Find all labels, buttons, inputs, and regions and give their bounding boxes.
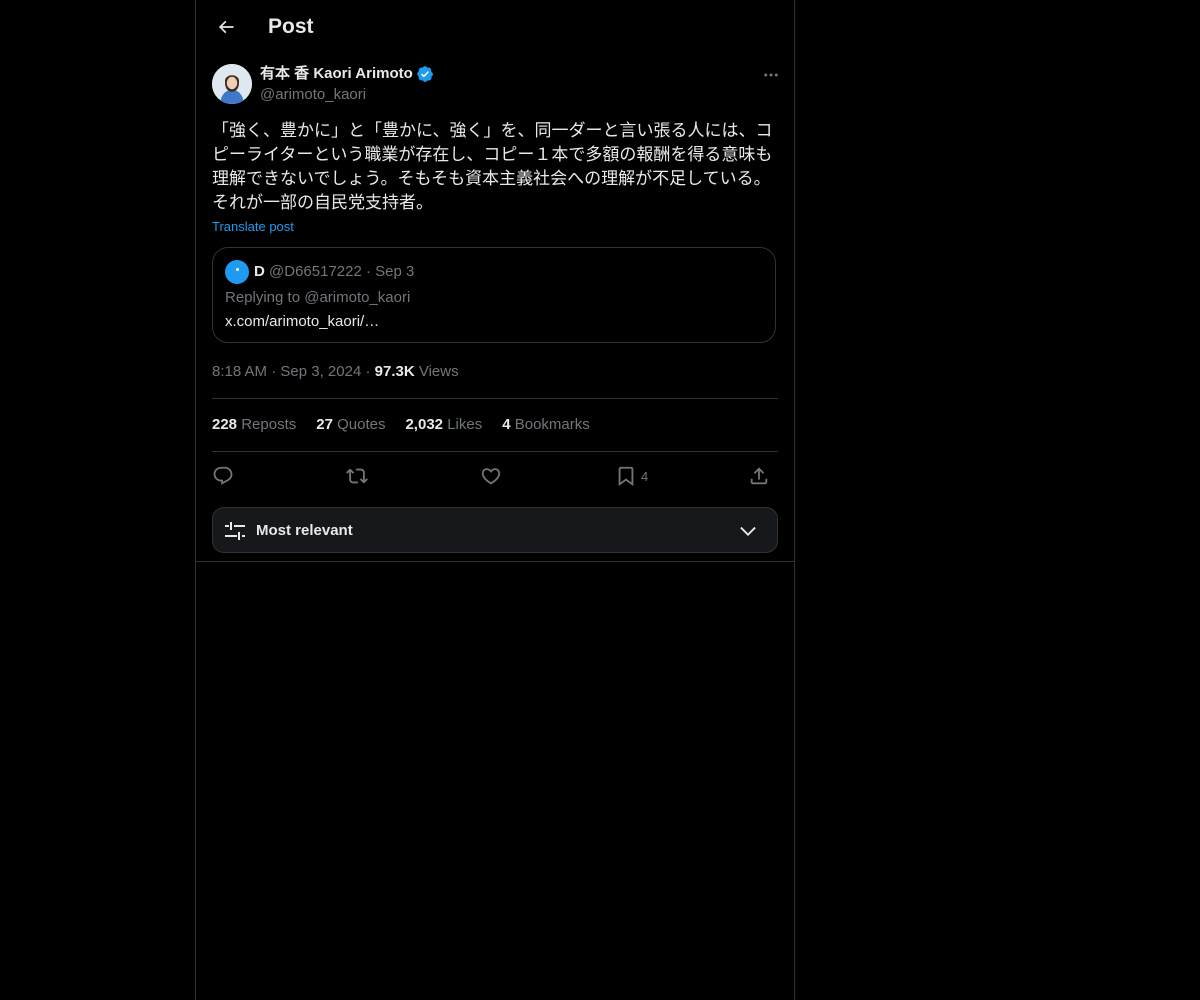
more-dots-icon (764, 73, 778, 77)
likes-stat[interactable]: 2,032 Likes (405, 415, 482, 435)
reposts-label: Reposts (241, 416, 297, 433)
like-button[interactable] (480, 458, 502, 494)
author-photo (212, 64, 252, 104)
action-bar: 4 (212, 458, 778, 494)
post-time[interactable]: 8:18 AM (212, 363, 267, 380)
chevron-down-icon (740, 526, 756, 536)
quoted-separator: · (366, 263, 371, 280)
bookmarks-count: 4 (502, 416, 511, 433)
translate-post-link[interactable]: Translate post (212, 218, 294, 236)
quoted-date: Sep 3 (375, 263, 415, 280)
bookmark-count: 4 (641, 468, 649, 484)
repost-icon (346, 468, 368, 484)
section-divider (196, 561, 794, 562)
post-date[interactable]: Sep 3, 2024 (280, 363, 361, 380)
author-name[interactable]: 有本 香 Kaori Arimoto (260, 64, 434, 84)
arrow-left-icon (218, 20, 234, 34)
quoted-name: D (254, 263, 265, 280)
avatar[interactable] (212, 64, 252, 104)
quotes-label: Quotes (337, 416, 386, 433)
bookmark-icon (618, 466, 634, 487)
views-label: Views (418, 363, 459, 380)
quoted-replying-to: Replying to @arimoto_kaori (225, 289, 411, 306)
replies-sort-dropdown[interactable]: Most relevant (212, 507, 778, 553)
post-meta: 8:18 AM · Sep 3, 2024 · 97.3K Views (212, 362, 459, 382)
bookmark-button[interactable]: 4 (615, 458, 648, 494)
sliders-icon (225, 522, 245, 540)
quotes-count: 27 (316, 416, 333, 433)
author-handle[interactable]: @arimoto_kaori (260, 85, 366, 105)
reposts-stat[interactable]: 228 Reposts (212, 415, 296, 435)
bookmarks-label: Bookmarks (514, 416, 590, 433)
post-text: 「強く、豊かに」と「豊かに、強く」を、同一ダーと言い張る人には、コピーライターと… (212, 121, 773, 212)
divider (212, 451, 778, 452)
reposts-count: 228 (212, 416, 238, 433)
quoted-avatar (225, 260, 249, 284)
verified-badge-icon (417, 66, 433, 82)
back-button[interactable] (208, 9, 244, 45)
views-count: 97.3K (374, 363, 415, 380)
primary-column: Post 有本 香 Kaori Arimoto @arimoto_kaori 「… (195, 0, 795, 1000)
top-bar: Post (196, 0, 794, 54)
reply-button[interactable] (212, 458, 234, 494)
quotes-stat[interactable]: 27 Quotes (316, 415, 385, 435)
likes-label: Likes (447, 416, 483, 433)
quoted-link[interactable]: x.com/arimoto_kaori/… (225, 312, 379, 332)
share-button[interactable] (748, 458, 770, 494)
bookmarks-stat[interactable]: 4 Bookmarks (502, 415, 590, 435)
repost-button[interactable] (346, 458, 368, 494)
meta-separator: · (271, 363, 277, 380)
likes-count: 2,032 (405, 416, 444, 433)
quoted-post[interactable]: D @D66517222 · Sep 3 Replying to @arimot… (212, 247, 776, 343)
divider (212, 398, 778, 399)
meta-separator: · (365, 363, 371, 380)
page-title: Post (268, 15, 314, 38)
more-options-button[interactable] (760, 64, 782, 86)
sort-label: Most relevant (256, 522, 353, 539)
post-stats: 228 Reposts 27 Quotes 2,032 Likes 4 Book… (212, 415, 590, 435)
heart-icon (481, 468, 501, 485)
author-name-text: 有本 香 Kaori Arimoto (260, 65, 413, 82)
quoted-handle: @D66517222 (269, 263, 362, 280)
share-icon (750, 467, 768, 485)
reply-icon (213, 466, 233, 485)
quoted-header: D @D66517222 · Sep 3 (254, 262, 414, 282)
